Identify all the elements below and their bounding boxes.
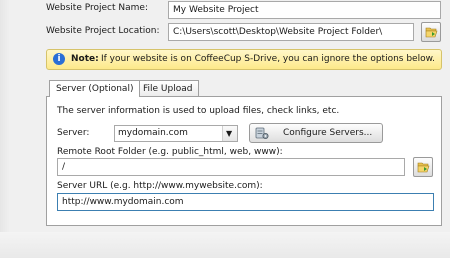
tab-file-upload[interactable]: File Upload bbox=[136, 80, 200, 96]
server-url-input[interactable]: http://www.mydomain.com bbox=[57, 193, 434, 211]
server-settings-icon bbox=[255, 127, 269, 139]
remote-root-input[interactable]: / bbox=[57, 158, 405, 176]
folder-open-icon bbox=[425, 27, 438, 38]
folder-open-icon bbox=[417, 162, 430, 173]
server-info-description: The server information is used to upload… bbox=[57, 106, 340, 116]
chevron-down-icon: ▼ bbox=[226, 129, 233, 138]
project-location-input[interactable]: C:\Users\scott\Desktop\Website Project F… bbox=[168, 23, 414, 41]
note-label: Note: bbox=[71, 54, 99, 64]
tab-server-optional[interactable]: Server (Optional) bbox=[49, 80, 141, 97]
configure-servers-label: Configure Servers... bbox=[283, 128, 373, 138]
project-name-input[interactable]: My Website Project bbox=[168, 1, 441, 19]
dropdown-button[interactable]: ▼ bbox=[222, 126, 237, 141]
server-label: Server: bbox=[57, 128, 90, 138]
info-icon: i bbox=[53, 53, 65, 65]
project-name-label: Website Project Name: bbox=[46, 3, 148, 13]
configure-servers-button[interactable]: Configure Servers... bbox=[249, 123, 383, 143]
note-banner: i Note: If your website is on CoffeeCup … bbox=[46, 49, 442, 70]
remote-root-label: Remote Root Folder (e.g. public_html, we… bbox=[57, 147, 283, 157]
browse-location-button[interactable] bbox=[421, 22, 441, 42]
server-url-label: Server URL (e.g. http://www.mywebsite.co… bbox=[57, 181, 263, 191]
server-select-value: mydomain.com bbox=[118, 128, 188, 138]
browse-remote-root-button[interactable] bbox=[413, 157, 433, 177]
dialog-footer bbox=[0, 232, 450, 258]
window-edge bbox=[0, 0, 10, 258]
project-location-label: Website Project Location: bbox=[46, 26, 160, 36]
note-text: If your website is on CoffeeCup S-Drive,… bbox=[101, 54, 435, 64]
server-select[interactable]: mydomain.com ▼ bbox=[114, 125, 238, 142]
